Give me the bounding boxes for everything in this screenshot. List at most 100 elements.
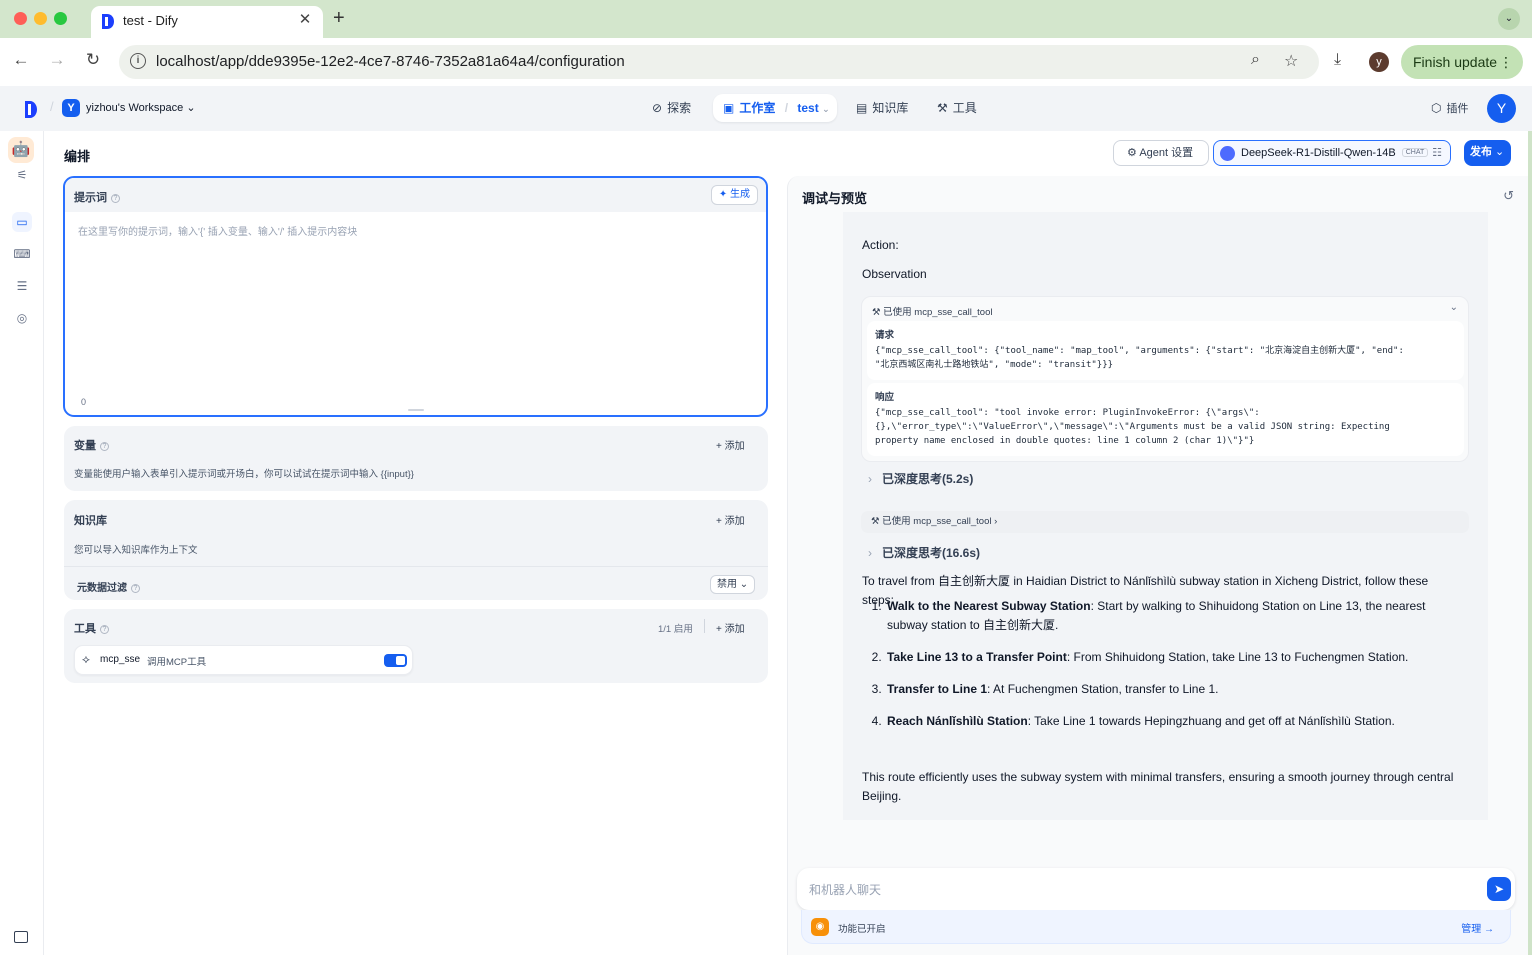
dify-logo-icon[interactable] (25, 101, 37, 118)
terminal-icon[interactable]: ⌨ (12, 244, 32, 264)
plus-icon: + (716, 516, 722, 527)
resize-handle[interactable] (408, 409, 424, 411)
logs-icon[interactable]: ☰ (12, 276, 32, 296)
manage-features-button[interactable]: 管理 → (1461, 920, 1494, 935)
tab-search-icon[interactable]: ⌄ (1498, 8, 1520, 30)
agent-settings-button[interactable]: ⚙ Agent 设置 (1113, 140, 1209, 166)
nav-knowledge[interactable]: ▤ 知识库 (856, 94, 908, 122)
divider (704, 619, 705, 633)
nav-tools-label: 工具 (952, 101, 977, 115)
browser-profile-avatar[interactable]: y (1369, 52, 1389, 72)
nav-explore[interactable]: ⊘ 探索 (652, 94, 691, 122)
tool-call-expanded: ⚒ 已使用 mcp_sse_call_tool ⌄ 请求 {"mcp_sse_c… (861, 296, 1469, 462)
chevron-down-icon: ⌄ (822, 104, 830, 114)
tab-close-icon[interactable]: ✕ (295, 10, 315, 28)
address-bar[interactable]: i localhost/app/dde9395e-12e2-4ce7-8746-… (119, 45, 1319, 79)
sliders-icon[interactable]: ⚟ (12, 165, 32, 185)
refresh-icon[interactable]: ↺ (1503, 188, 1514, 204)
tab-title: test - Dify (123, 13, 178, 28)
arrow-right-icon: → (1484, 924, 1494, 935)
mcp-icon: ⟡ (82, 652, 90, 666)
chat-placeholder[interactable]: 和机器人聊天 (809, 881, 881, 898)
reload-icon[interactable]: ↻ (81, 50, 105, 70)
chat-input[interactable]: 和机器人聊天 ➤ (797, 868, 1515, 910)
add-knowledge-button[interactable]: + 添加 (716, 512, 745, 527)
close-window-button[interactable] (14, 12, 27, 25)
minimize-window-button[interactable] (34, 12, 47, 25)
forward-icon[interactable]: → (45, 50, 69, 70)
current-app-name[interactable]: test (797, 101, 818, 115)
debug-preview-panel: 调试与预览 ↺ Action: Observation ⚒ 已使用 mcp_ss… (787, 176, 1528, 955)
hammer-icon: ⚒ (937, 101, 948, 115)
zoom-window-button[interactable] (54, 12, 67, 25)
download-icon[interactable]: ⤓ (1334, 51, 1341, 69)
more-vert-icon: ⋮ (1499, 54, 1513, 70)
tool-call-collapsed[interactable]: ⚒ 已使用 mcp_sse_call_tool › (861, 511, 1469, 533)
chevron-right-icon: › (868, 472, 872, 486)
chevron-down-icon[interactable]: ⌄ (1450, 302, 1458, 313)
prompt-label: 提示词? (74, 189, 120, 205)
sparkle-icon: ✦ (718, 189, 728, 200)
prompt-header: 提示词? ✦ 生成 (65, 178, 766, 212)
nav-tools[interactable]: ⚒ 工具 (937, 94, 977, 122)
publish-label: 发布 (1470, 146, 1492, 158)
features-enabled-text: 功能已开启 (838, 924, 886, 935)
site-info-icon[interactable]: i (130, 53, 146, 69)
assistant-message: Action: Observation ⚒ 已使用 mcp_sse_call_t… (843, 212, 1488, 820)
user-avatar[interactable]: Y (1487, 94, 1516, 123)
nav-studio[interactable]: ▣ 工作室 / test ⌄ (713, 94, 837, 122)
tool-call-title[interactable]: ⚒ 已使用 mcp_sse_call_tool (872, 304, 992, 318)
prompt-input[interactable]: 在这里写你的提示词，输入'{' 插入变量、输入'/' 插入提示内容块 (78, 223, 357, 238)
add-tool-button[interactable]: + 添加 (716, 620, 745, 635)
action-text: Action: (862, 238, 899, 252)
finish-update-button[interactable]: Finish update ⋮ (1401, 45, 1523, 79)
help-icon[interactable]: ? (100, 441, 109, 451)
zoom-icon[interactable]: ⌕ (1251, 51, 1260, 69)
thinking-toggle-2[interactable]: › 已深度思考(16.6s) (868, 544, 980, 561)
new-tab-icon[interactable]: + (333, 7, 345, 30)
help-icon[interactable]: ? (131, 583, 140, 593)
list-item: Transfer to Line 1: At Fuchengmen Statio… (885, 680, 1465, 699)
knowledge-desc: 您可以导入知识库作为上下文 (74, 545, 198, 556)
metadata-filter-select[interactable]: 禁用 ⌄ (710, 575, 755, 594)
sidebar-toggle-icon[interactable] (14, 931, 28, 943)
back-icon[interactable]: ← (9, 50, 33, 70)
thinking-toggle-1[interactable]: › 已深度思考(5.2s) (868, 470, 973, 487)
orchestrate-icon[interactable]: ▭ (12, 212, 32, 232)
app-left-rail: 🤖 ⚟ ▭ ⌨ ☰ ◎ (0, 131, 44, 955)
browser-tab-bar: test - Dify ✕ + ⌄ (0, 0, 1532, 38)
monitor-icon[interactable]: ◎ (12, 308, 32, 328)
prompt-editor-card: 提示词? ✦ 生成 在这里写你的提示词，输入'{' 插入变量、输入'/' 插入提… (63, 176, 768, 417)
workspace-avatar[interactable]: Y (62, 99, 80, 117)
nav-explore-label: 探索 (667, 101, 692, 115)
plugins-button[interactable]: ⬡ 插件 (1431, 94, 1468, 122)
tool-item[interactable]: ⟡ mcp_sse 调用MCP工具 (74, 645, 413, 675)
send-icon[interactable]: ➤ (1487, 877, 1511, 901)
workspace-selector[interactable]: yizhou's Workspace ⌄ (86, 101, 196, 114)
metadata-filter-row: 元数据过滤? 禁用 ⌄ (64, 567, 768, 600)
help-icon[interactable]: ? (111, 193, 120, 203)
generate-prompt-button[interactable]: ✦ 生成 (710, 185, 758, 205)
url-text[interactable]: localhost/app/dde9395e-12e2-4ce7-8746-73… (156, 53, 625, 70)
plugins-label: 插件 (1446, 103, 1469, 115)
bookmark-star-icon[interactable]: ☆ (1284, 51, 1298, 71)
list-item: Take Line 13 to a Transfer Point: From S… (885, 648, 1465, 667)
chevron-right-icon: › (868, 546, 872, 560)
workspace-name: yizhou's Workspace (86, 102, 184, 114)
chat-scroll-area[interactable]: Action: Observation ⚒ 已使用 mcp_sse_call_t… (788, 212, 1528, 820)
publish-button[interactable]: 发布 ⌄ (1464, 140, 1511, 166)
chevron-down-icon: ⌄ (739, 579, 749, 590)
response-label: 响应 (875, 392, 895, 403)
add-variable-button[interactable]: + 添加 (716, 437, 745, 452)
model-params-icon[interactable]: ☷ (1432, 141, 1442, 165)
app-icon[interactable]: 🤖 (8, 137, 34, 163)
list-item: Walk to the Nearest Subway Station: Star… (885, 597, 1465, 635)
browser-tab[interactable]: test - Dify ✕ (91, 6, 323, 38)
request-body: {"mcp_sse_call_tool": {"tool_name": "map… (875, 346, 1404, 370)
deepseek-model-icon (1220, 146, 1235, 161)
model-selector[interactable]: DeepSeek-R1-Distill-Qwen-14B CHAT ☷ (1213, 140, 1451, 166)
tool-enable-toggle[interactable] (384, 654, 407, 667)
variables-desc: 变量能使用户输入表单引入提示词或开场白，你可以试试在提示词中输入 {{input… (74, 469, 414, 480)
help-icon[interactable]: ? (100, 624, 109, 634)
variables-panel: 变量? + 添加 变量能使用户输入表单引入提示词或开场白，你可以试试在提示词中输… (64, 426, 768, 491)
